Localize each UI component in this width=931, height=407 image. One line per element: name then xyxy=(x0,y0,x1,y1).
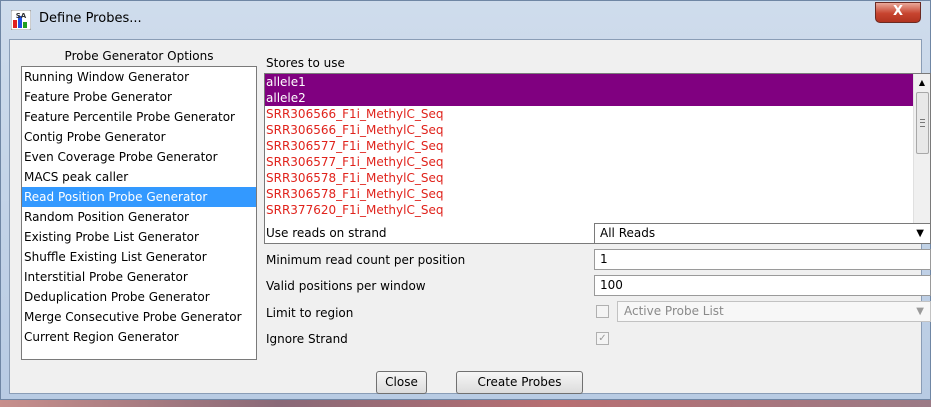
strand-combo-value: All Reads xyxy=(600,226,656,240)
stores-label: Stores to use xyxy=(266,56,345,70)
generator-item[interactable]: Merge Consecutive Probe Generator xyxy=(22,307,256,327)
store-item[interactable]: SRR377620_F1i_MethylC_Seq xyxy=(265,202,913,218)
valid-positions-field[interactable]: 100 xyxy=(594,275,931,296)
generator-list[interactable]: Running Window Generator Feature Probe Ge… xyxy=(21,66,257,360)
strand-label: Use reads on strand xyxy=(266,226,387,240)
define-probes-window: SA Define Probes... X Probe Generator Op… xyxy=(0,0,931,400)
scroll-grip-icon xyxy=(920,119,925,127)
generator-item[interactable]: Feature Percentile Probe Generator xyxy=(22,107,256,127)
stores-list[interactable]: allele1 allele2 SRR306566_F1i_MethylC_Seq S… xyxy=(265,74,913,243)
store-item[interactable]: SRR306566_F1i_MethylC_Seq xyxy=(265,106,913,122)
generator-item[interactable]: Random Position Generator xyxy=(22,207,256,227)
limit-region-checkbox[interactable] xyxy=(596,305,609,318)
store-item[interactable]: allele1 xyxy=(265,74,913,90)
window-close-button[interactable]: X xyxy=(875,2,921,23)
store-item[interactable]: SRR306577_F1i_MethylC_Seq xyxy=(265,138,913,154)
min-count-label: Minimum read count per position xyxy=(266,253,466,267)
store-item[interactable]: SRR306566_F1i_MethylC_Seq xyxy=(265,122,913,138)
dialog-content: Probe Generator Options Running Window G… xyxy=(9,39,931,394)
store-item[interactable]: SRR306578_F1i_MethylC_Seq xyxy=(265,170,913,186)
create-probes-button[interactable]: Create Probes xyxy=(456,371,583,394)
store-item[interactable]: SRR306577_F1i_MethylC_Seq xyxy=(265,154,913,170)
generator-item[interactable]: Read Position Probe Generator xyxy=(22,187,256,207)
generator-item[interactable]: Shuffle Existing List Generator xyxy=(22,247,256,267)
generator-item[interactable]: Running Window Generator xyxy=(22,67,256,87)
dropdown-arrow-icon: ▼ xyxy=(916,306,924,317)
stores-scrollbar[interactable]: ▲ ▼ xyxy=(913,74,930,243)
ignore-strand-checkbox[interactable]: ✓ xyxy=(596,332,609,345)
close-x-icon: X xyxy=(892,4,904,19)
generator-options-title: Probe Generator Options xyxy=(64,49,214,63)
generator-item[interactable]: Feature Probe Generator xyxy=(22,87,256,107)
dropdown-arrow-icon: ▼ xyxy=(916,228,924,239)
region-combo-value: Active Probe List xyxy=(624,304,724,318)
window-title: Define Probes... xyxy=(39,11,142,26)
generator-item[interactable]: Even Coverage Probe Generator xyxy=(22,147,256,167)
app-icon-text: SA xyxy=(16,12,27,20)
limit-region-label: Limit to region xyxy=(266,306,354,320)
generator-item[interactable]: Deduplication Probe Generator xyxy=(22,287,256,307)
scroll-up-arrow-icon[interactable]: ▲ xyxy=(914,74,930,91)
close-button[interactable]: Close xyxy=(376,371,427,394)
generator-item[interactable]: Interstitial Probe Generator xyxy=(22,267,256,287)
store-item[interactable]: allele2 xyxy=(265,90,913,106)
min-count-field[interactable]: 1 xyxy=(594,249,931,270)
seqmonk-app-icon: SA xyxy=(11,10,31,30)
title-bar[interactable]: SA Define Probes... X xyxy=(1,1,930,39)
store-item[interactable]: SRR306578_F1i_MethylC_Seq xyxy=(265,186,913,202)
strand-combo[interactable]: All Reads ▼ xyxy=(594,223,931,244)
generator-item[interactable]: Contig Probe Generator xyxy=(22,127,256,147)
region-combo[interactable]: Active Probe List ▼ xyxy=(617,301,931,322)
generator-item[interactable]: Current Region Generator xyxy=(22,327,256,347)
desktop-background-strip xyxy=(0,400,931,407)
stores-listbox[interactable]: allele1 allele2 SRR306566_F1i_MethylC_Seq S… xyxy=(264,73,931,244)
ignore-strand-label: Ignore Strand xyxy=(266,332,348,346)
generator-item[interactable]: MACS peak caller xyxy=(22,167,256,187)
generator-item[interactable]: Existing Probe List Generator xyxy=(22,227,256,247)
check-icon: ✓ xyxy=(598,333,607,344)
valid-positions-label: Valid positions per window xyxy=(266,279,426,293)
scroll-thumb[interactable] xyxy=(916,92,929,154)
